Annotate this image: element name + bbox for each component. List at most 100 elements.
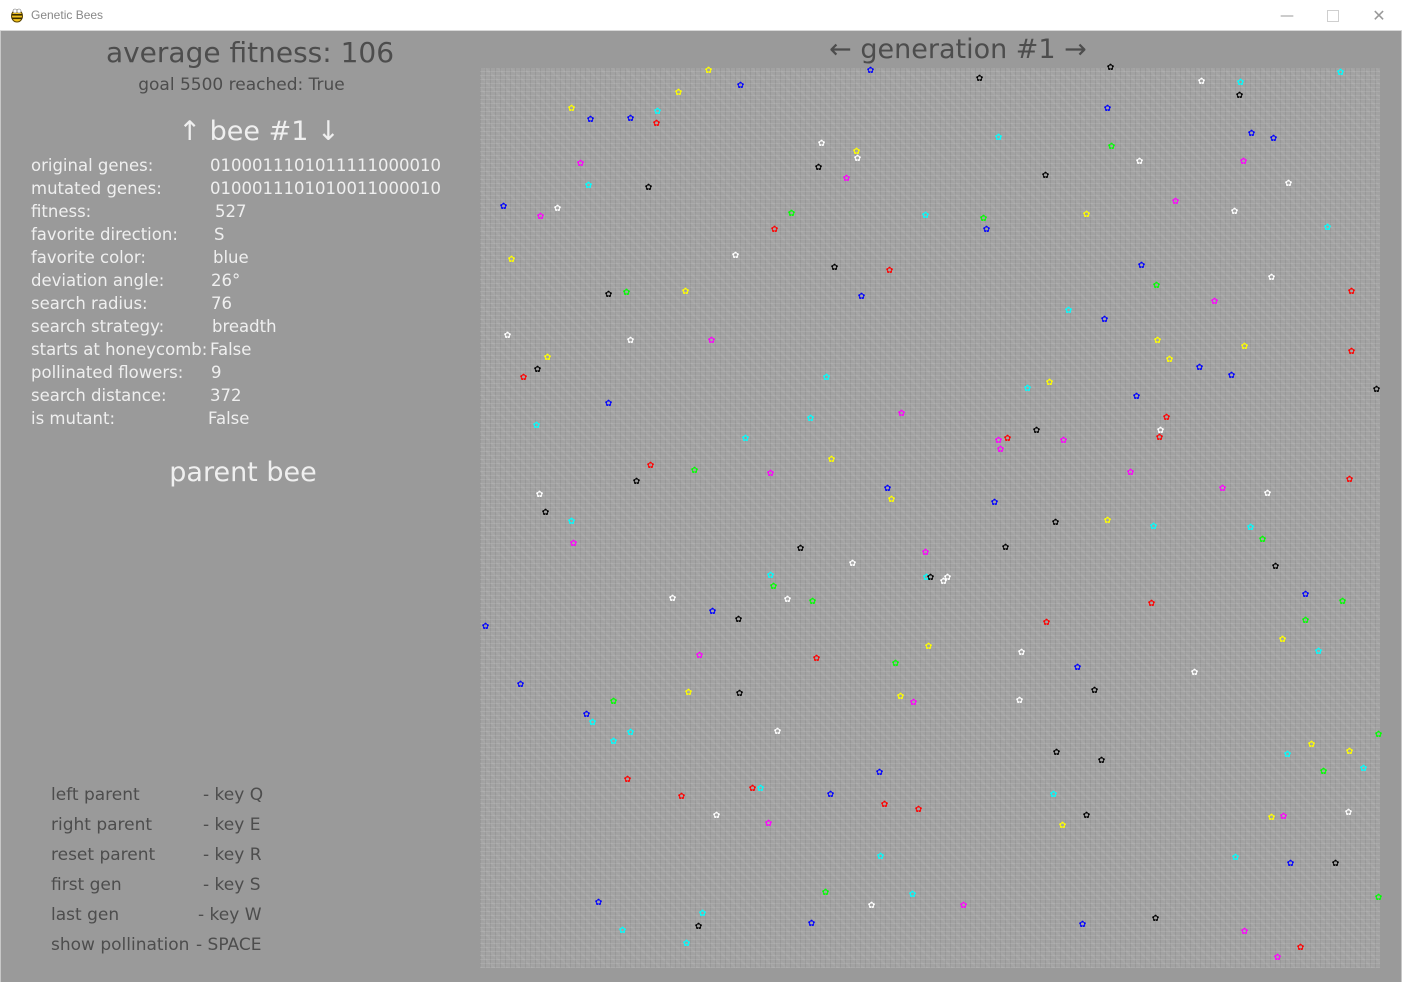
- flower-icon: ✿: [1171, 197, 1180, 207]
- help-key: - SPACE: [196, 935, 262, 955]
- flower-icon: ✿: [887, 495, 896, 505]
- flower-icon: ✿: [1103, 516, 1112, 526]
- flower-icon: ✿: [1273, 953, 1282, 963]
- flower-icon: ✿: [1240, 342, 1249, 352]
- flower-icon: ✿: [1073, 663, 1082, 673]
- flower-icon: ✿: [814, 163, 823, 173]
- flower-icon: ✿: [1240, 927, 1249, 937]
- flower-icon: ✿: [1278, 635, 1287, 645]
- flower-icon: ✿: [741, 434, 750, 444]
- flower-icon: ✿: [1279, 812, 1288, 822]
- flower-icon: ✿: [1347, 287, 1356, 297]
- stat-label: fitness:: [31, 202, 92, 221]
- help-key: - key R: [203, 845, 262, 865]
- flower-icon: ✿: [704, 66, 713, 76]
- flower-icon: ✿: [519, 373, 528, 383]
- minimize-icon: —: [1280, 7, 1294, 24]
- flower-icon: ✿: [576, 159, 585, 169]
- flower-icon: ✿: [891, 659, 900, 669]
- flower-icon: ✿: [1323, 223, 1332, 233]
- flower-icon: ✿: [769, 582, 778, 592]
- flower-icon: ✿: [1267, 813, 1276, 823]
- flower-icon: ✿: [1106, 63, 1115, 73]
- flower-icon: ✿: [921, 211, 930, 221]
- flower-icon: ✿: [1132, 392, 1141, 402]
- flower-icon: ✿: [924, 642, 933, 652]
- stat-value: 76: [211, 294, 232, 313]
- flower-icon: ✿: [1090, 686, 1099, 696]
- window-titlebar[interactable]: Genetic Bees — ✕: [0, 0, 1402, 31]
- flower-icon: ✿: [1372, 385, 1381, 395]
- help-label: show pollination: [51, 935, 190, 955]
- flower-icon: ✿: [604, 290, 613, 300]
- flower-icon: ✿: [681, 287, 690, 297]
- flower-icon: ✿: [1374, 893, 1383, 903]
- flower-icon: ✿: [1001, 543, 1010, 553]
- flower-icon: ✿: [853, 154, 862, 164]
- flower-icon: ✿: [594, 898, 603, 908]
- help-label: right parent: [51, 815, 153, 835]
- help-label: left parent: [51, 785, 140, 805]
- flower-icon: ✿: [622, 288, 631, 298]
- stat-value: blue: [213, 248, 249, 267]
- flower-icon: ✿: [909, 698, 918, 708]
- flower-icon: ✿: [1345, 747, 1354, 757]
- flower-icon: ✿: [1338, 597, 1347, 607]
- flower-icon: ✿: [1286, 859, 1295, 869]
- flower-icon: ✿: [883, 484, 892, 494]
- bee-selector-title: ↑ bee #1 ↓: [178, 116, 340, 147]
- stat-value: S: [214, 225, 225, 244]
- flower-icon: ✿: [674, 88, 683, 98]
- flower-icon: ✿: [996, 445, 1005, 455]
- window-title: Genetic Bees: [31, 8, 104, 22]
- flower-icon: ✿: [677, 792, 686, 802]
- flower-icon: ✿: [885, 266, 894, 276]
- flower-icon: ✿: [1058, 821, 1067, 831]
- flower-field[interactable]: [480, 68, 1380, 968]
- stat-value: 372: [210, 386, 242, 405]
- flower-icon: ✿: [1236, 78, 1245, 88]
- stat-label: mutated genes:: [31, 179, 162, 198]
- help-key: - key W: [198, 905, 262, 925]
- stat-label: deviation angle:: [31, 271, 165, 290]
- flower-icon: ✿: [1082, 811, 1091, 821]
- flower-icon: ✿: [708, 607, 717, 617]
- flower-icon: ✿: [1162, 413, 1171, 423]
- maximize-button[interactable]: [1310, 0, 1356, 31]
- minimize-button[interactable]: —: [1264, 0, 1310, 31]
- flower-icon: ✿: [626, 114, 635, 124]
- stat-value: False: [210, 340, 252, 359]
- flower-icon: ✿: [1235, 91, 1244, 101]
- average-fitness: average fitness: 106: [105, 36, 395, 69]
- stat-label: search strategy:: [31, 317, 165, 336]
- stat-label: search distance:: [31, 386, 167, 405]
- flower-icon: ✿: [1336, 68, 1345, 78]
- flower-icon: ✿: [943, 573, 952, 583]
- help-label: last gen: [51, 905, 120, 925]
- flower-icon: ✿: [796, 544, 805, 554]
- help-key: - key S: [203, 875, 261, 895]
- flower-icon: ✿: [1283, 750, 1292, 760]
- flower-icon: ✿: [1051, 518, 1060, 528]
- flower-icon: ✿: [1197, 77, 1206, 87]
- flower-icon: ✿: [807, 919, 816, 929]
- flower-icon: ✿: [830, 263, 839, 273]
- flower-icon: ✿: [684, 688, 693, 698]
- flower-icon: ✿: [822, 373, 831, 383]
- flower-icon: ✿: [827, 455, 836, 465]
- flower-icon: ✿: [880, 800, 889, 810]
- stat-label: starts at honeycomb:: [31, 340, 208, 359]
- flower-icon: ✿: [842, 174, 851, 184]
- flower-icon: ✿: [1147, 599, 1156, 609]
- close-button[interactable]: ✕: [1356, 0, 1402, 31]
- flower-icon: ✿: [1149, 522, 1158, 532]
- flower-icon: ✿: [1165, 355, 1174, 365]
- flower-icon: ✿: [1107, 142, 1116, 152]
- flower-icon: ✿: [808, 597, 817, 607]
- flower-icon: ✿: [694, 922, 703, 932]
- flower-icon: ✿: [541, 508, 550, 518]
- flower-icon: ✿: [1015, 696, 1024, 706]
- flower-icon: ✿: [806, 414, 815, 424]
- flower-icon: ✿: [604, 399, 613, 409]
- flower-icon: ✿: [826, 790, 835, 800]
